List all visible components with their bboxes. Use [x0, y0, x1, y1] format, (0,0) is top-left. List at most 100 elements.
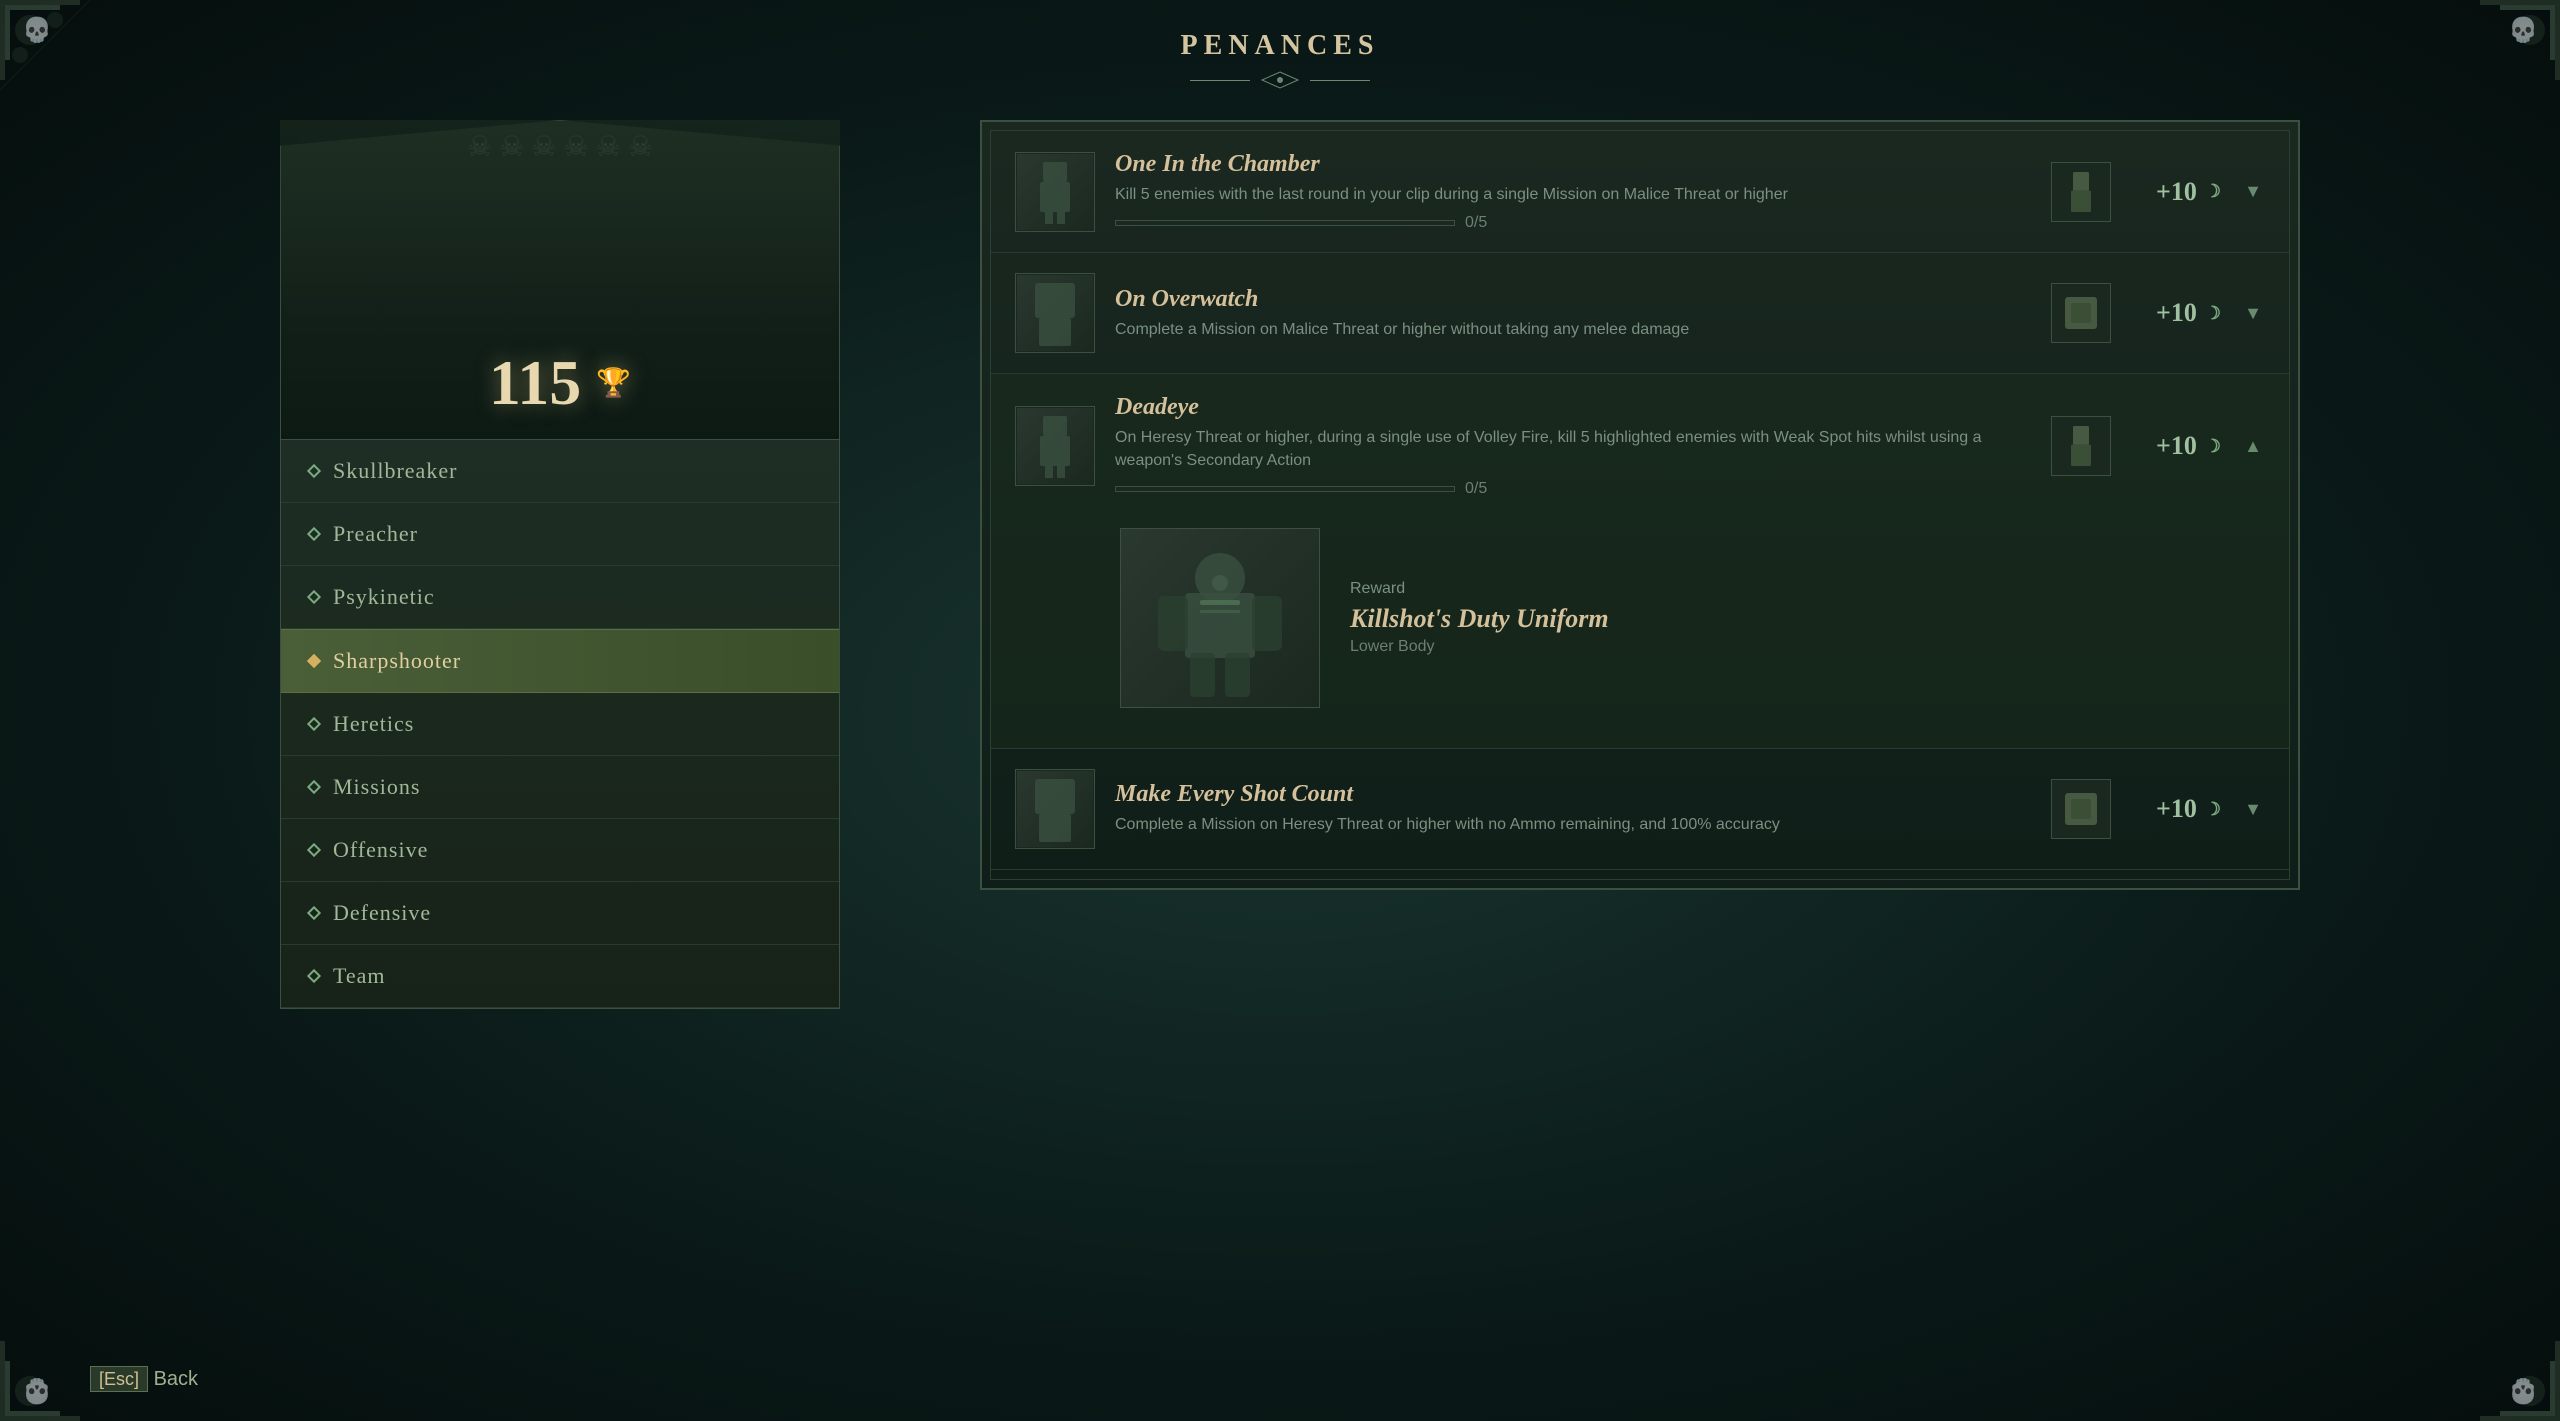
left-panel: ☠ ☠ ☠ ☠ ☠ ☠ 115 🏆 Skullbreaker Preacher … [280, 120, 840, 1009]
sidebar-item-psykinetic[interactable]: Psykinetic [281, 566, 839, 629]
penance-title: One In the Chamber [1115, 151, 2031, 178]
penance-score: +10 ☽ [2131, 298, 2221, 328]
nav-diamond-icon [307, 969, 321, 983]
penance-desc: Kill 5 enemies with the last round in yo… [1115, 184, 2031, 206]
sidebar-item-team[interactable]: Team [281, 945, 839, 1008]
reward-image [1120, 528, 1320, 708]
corner-decoration-tr: 💀 [2380, 0, 2560, 180]
penance-desc: Complete a Mission on Malice Threat or h… [1115, 319, 2031, 341]
sidebar-item-label: Defensive [333, 900, 431, 926]
reward-icon [2051, 283, 2111, 343]
progress-bar-bg [1115, 220, 1455, 226]
reward-label: Reward [1350, 580, 1609, 598]
penance-item-make-every-shot-count[interactable]: Make Every Shot Count Complete a Mission… [991, 749, 2289, 870]
progress-text: 0/5 [1465, 480, 1487, 498]
svg-text:💀: 💀 [22, 16, 52, 44]
penance-thumbnail [1015, 406, 1095, 486]
laurel-icon: 🏆 [596, 366, 631, 400]
back-button[interactable]: [Esc] Back [90, 1368, 198, 1391]
penance-score: +10 ☽ [2131, 177, 2221, 207]
score-value: +10 [2156, 177, 2197, 207]
expand-button[interactable]: ▼ [2241, 797, 2265, 821]
penance-info: On Overwatch Complete a Mission on Malic… [1115, 286, 2031, 341]
nav-diamond-icon [307, 780, 321, 794]
nav-diamond-icon [307, 464, 321, 478]
expand-button[interactable]: ▼ [2241, 180, 2265, 204]
sidebar-item-sharpshooter[interactable]: Sharpshooter [281, 629, 839, 693]
penance-score: +10 ☽ [2131, 794, 2221, 824]
sidebar-item-label: Team [333, 963, 386, 989]
progress-text: 0/5 [1465, 214, 1487, 232]
progress-bar-bg [1115, 486, 1455, 492]
nav-list: Skullbreaker Preacher Psykinetic Sharpsh… [280, 440, 840, 1009]
penance-info: Deadeye On Heresy Threat or higher, duri… [1115, 394, 2031, 498]
back-label: Back [154, 1368, 198, 1390]
sidebar-item-label: Preacher [333, 521, 418, 547]
reward-name: Killshot's Duty Uniform [1350, 604, 1609, 634]
score-value: +10 [2156, 794, 2197, 824]
penance-item-on-overwatch[interactable]: On Overwatch Complete a Mission on Malic… [991, 253, 2289, 374]
sidebar-item-offensive[interactable]: Offensive [281, 819, 839, 882]
penance-title: Make Every Shot Count [1115, 781, 2031, 808]
sidebar-item-label: Skullbreaker [333, 458, 457, 484]
thumbnail-img [1017, 275, 1093, 351]
nav-diamond-icon [307, 590, 321, 604]
penance-desc: Complete a Mission on Heresy Threat or h… [1115, 814, 2031, 836]
sidebar-item-label: Psykinetic [333, 584, 435, 610]
penance-score: +10 ☽ [2131, 431, 2221, 461]
level-number: 115 [489, 346, 581, 420]
nav-diamond-icon [307, 717, 321, 731]
thumbnail-img [1017, 771, 1093, 847]
penance-title: Deadeye [1115, 394, 2031, 421]
reward-type: Lower Body [1350, 638, 1609, 656]
penance-item-deadeye[interactable]: Deadeye On Heresy Threat or higher, duri… [991, 374, 2289, 749]
penance-progress: 0/5 [1115, 214, 2031, 232]
nav-diamond-icon [307, 843, 321, 857]
svg-text:💀: 💀 [22, 1377, 52, 1405]
laurel-icon: ☽ [2205, 303, 2221, 324]
sidebar-item-label: Sharpshooter [333, 648, 461, 674]
expand-button[interactable]: ▼ [2241, 301, 2265, 325]
penance-title: On Overwatch [1115, 286, 2031, 313]
score-value: +10 [2156, 431, 2197, 461]
reward-icon [2051, 162, 2111, 222]
penance-desc: On Heresy Threat or higher, during a sin… [1115, 427, 2031, 472]
penance-info: Make Every Shot Count Complete a Mission… [1115, 781, 2031, 836]
corner-decoration-tl: 💀 [0, 0, 180, 180]
reward-icon [2051, 416, 2111, 476]
penance-item-on-target-1[interactable]: On Target (1) Complete the following Pen… [991, 870, 2289, 880]
sidebar-item-missions[interactable]: Missions [281, 756, 839, 819]
right-panel: One In the Chamber Kill 5 enemies with t… [980, 120, 2300, 890]
character-shrine: ☠ ☠ ☠ ☠ ☠ ☠ 115 🏆 [280, 120, 840, 440]
svg-text:💀: 💀 [2508, 1377, 2538, 1405]
thumbnail-img [1017, 154, 1093, 230]
reward-info: Reward Killshot's Duty Uniform Lower Bod… [1340, 570, 1619, 666]
sidebar-item-label: Heretics [333, 711, 414, 737]
reward-icon [2051, 779, 2111, 839]
sidebar-item-label: Missions [333, 774, 420, 800]
sidebar-item-preacher[interactable]: Preacher [281, 503, 839, 566]
penance-thumbnail [1015, 769, 1095, 849]
sidebar-item-defensive[interactable]: Defensive [281, 882, 839, 945]
sidebar-item-label: Offensive [333, 837, 428, 863]
reward-section: Reward Killshot's Duty Uniform Lower Bod… [1015, 518, 2265, 728]
sidebar-item-skullbreaker[interactable]: Skullbreaker [281, 440, 839, 503]
corner-decoration-bl: 💀 [0, 1241, 180, 1421]
expand-button[interactable]: ▲ [2241, 434, 2265, 458]
penance-info: One In the Chamber Kill 5 enemies with t… [1115, 151, 2031, 232]
svg-text:💀: 💀 [2508, 16, 2538, 44]
back-key: [Esc] [90, 1366, 148, 1392]
score-value: +10 [2156, 298, 2197, 328]
title-ornament [1190, 70, 1370, 90]
penance-item-one-in-the-chamber[interactable]: One In the Chamber Kill 5 enemies with t… [991, 131, 2289, 253]
corner-decoration-br: 💀 [2380, 1241, 2560, 1421]
penance-progress: 0/5 [1115, 480, 2031, 498]
penances-list: One In the Chamber Kill 5 enemies with t… [990, 130, 2290, 880]
sidebar-item-heretics[interactable]: Heretics [281, 693, 839, 756]
page-title: PENANCES [1181, 30, 1380, 62]
nav-diamond-icon [307, 654, 321, 668]
penance-thumbnail [1015, 273, 1095, 353]
nav-diamond-icon [307, 527, 321, 541]
level-display: 115 🏆 [489, 346, 631, 420]
thumbnail-img [1017, 408, 1093, 484]
